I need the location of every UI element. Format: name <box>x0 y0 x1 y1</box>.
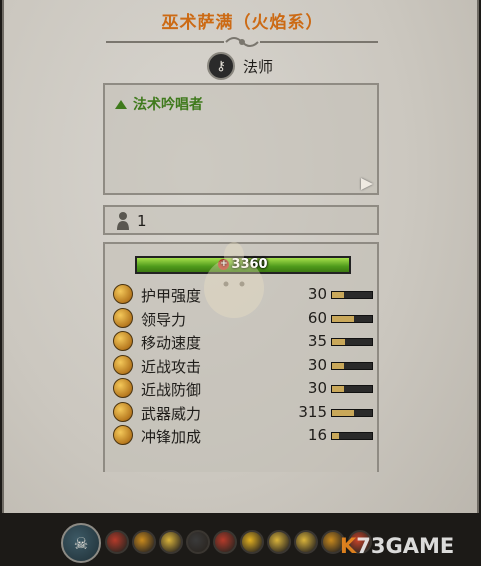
stat-bar-fill <box>332 362 344 369</box>
watermark-mascot <box>204 242 264 318</box>
stat-bar <box>331 432 373 440</box>
leadership-icon <box>113 307 133 328</box>
melee-attack-icon <box>113 354 133 375</box>
rank-value: 1 <box>137 212 147 230</box>
ability-5-icon[interactable] <box>213 530 237 554</box>
stat-bar <box>331 338 373 346</box>
stat-bar <box>331 408 373 417</box>
ability-7-icon[interactable] <box>267 530 291 554</box>
stat-label: 移动速度 <box>141 334 202 352</box>
stat-row: 近战攻击 30 <box>113 354 375 377</box>
key-icon: ⚷ <box>207 52 235 80</box>
ability-6-icon[interactable] <box>240 530 264 554</box>
next-arrow-icon[interactable] <box>361 178 373 190</box>
expand-triangle-icon <box>115 99 127 109</box>
melee-defense-icon <box>113 378 133 398</box>
stat-row: 武器威力 315 <box>113 401 375 424</box>
stat-row: 冲锋加成 16 <box>113 425 375 447</box>
stat-label: 护甲强度 <box>141 287 202 305</box>
rank-panel: 1 <box>103 205 379 235</box>
site-watermark: K73GAME <box>340 534 455 558</box>
stat-bar <box>331 291 373 299</box>
charge-bonus-icon <box>113 425 133 445</box>
stat-label: 领导力 <box>141 310 187 329</box>
unit-class: ⚷ 法师 <box>207 52 273 80</box>
speed-icon <box>113 331 133 351</box>
stat-bar-fill <box>332 386 344 392</box>
stat-label: 武器威力 <box>141 404 202 423</box>
stat-value: 16 <box>307 426 327 444</box>
unit-title: 巫术萨满（火焰系） <box>161 13 324 33</box>
stat-row: 近战防御 30 <box>113 378 375 400</box>
stat-bar <box>331 314 373 323</box>
weapon-strength-icon <box>113 401 133 422</box>
ability-label: 法术吟唱者 <box>133 97 203 113</box>
ability-1-icon[interactable] <box>105 530 129 554</box>
stat-value: 315 <box>298 402 327 421</box>
stat-bar-fill <box>332 409 354 416</box>
stat-label: 近战攻击 <box>141 357 202 376</box>
unit-rank-icon <box>117 212 129 230</box>
abilities-panel: 法术吟唱者 <box>103 83 379 195</box>
stat-value: 35 <box>307 332 327 350</box>
class-label: 法师 <box>243 57 274 76</box>
stat-bar-fill <box>332 433 340 439</box>
ability-bar <box>105 530 372 554</box>
stat-label: 冲锋加成 <box>141 428 202 446</box>
stat-value: 30 <box>307 379 327 397</box>
stat-bar-fill <box>332 292 344 298</box>
ability-4-icon[interactable] <box>186 530 210 554</box>
stat-bar <box>331 361 373 370</box>
ability-2-icon[interactable] <box>132 530 156 554</box>
stat-bar-fill <box>332 339 346 345</box>
stat-bar <box>331 385 373 393</box>
title-ornament <box>106 37 378 47</box>
faction-emblem-icon[interactable]: ☠ <box>61 523 101 563</box>
stat-label: 近战防御 <box>141 381 202 399</box>
stat-value: 30 <box>307 285 327 303</box>
stat-row: 移动速度 35 <box>113 331 375 353</box>
armor-icon <box>113 284 133 304</box>
ability-3-icon[interactable] <box>159 530 183 554</box>
stat-bar-fill <box>332 315 354 322</box>
stat-value: 60 <box>307 308 327 327</box>
unit-info-panel: 巫术萨满（火焰系） ⚷ 法师 法术吟唱者 1 +3360 护甲强度30领导力60… <box>2 0 479 566</box>
stat-value: 30 <box>307 355 327 374</box>
ability-8-icon[interactable] <box>294 530 318 554</box>
ability-entry[interactable]: 法术吟唱者 <box>115 94 203 114</box>
